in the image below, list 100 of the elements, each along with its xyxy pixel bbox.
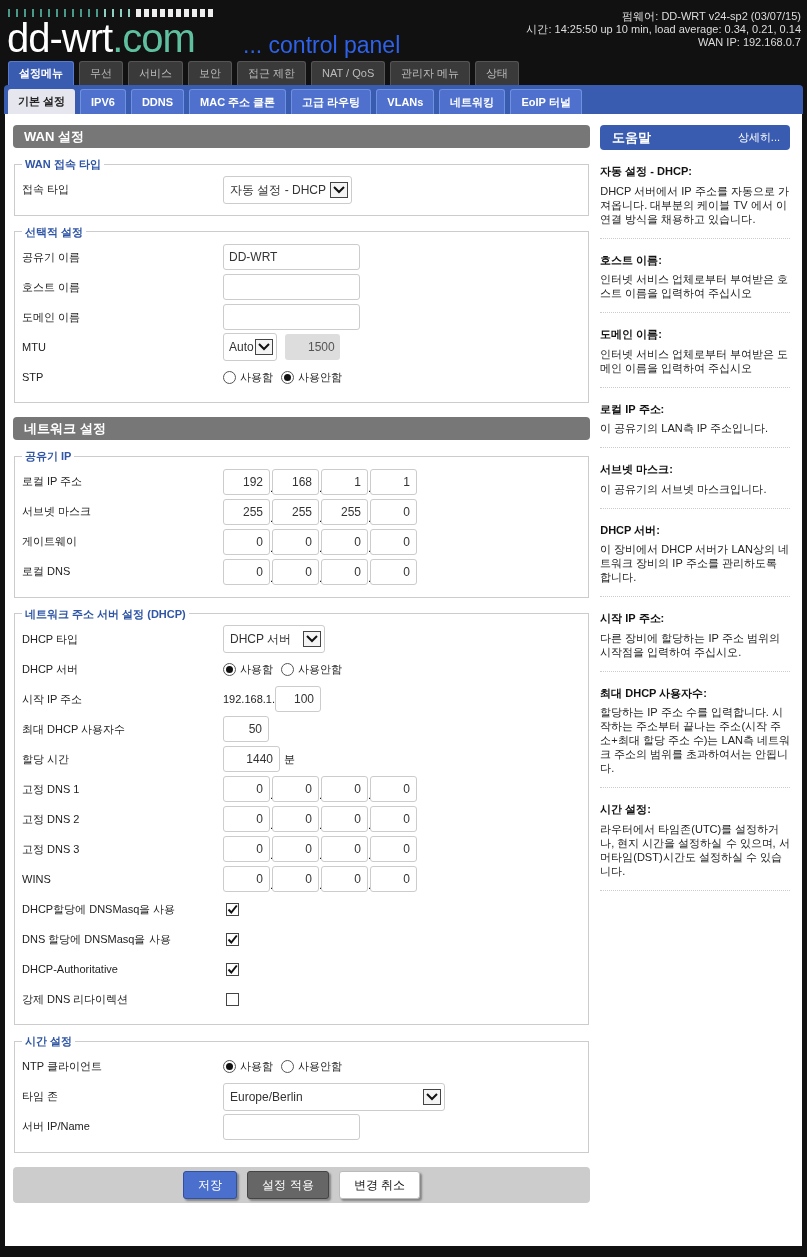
input-field[interactable]: DD-WRT	[223, 244, 360, 270]
radio-option[interactable]: 사용함	[223, 368, 273, 386]
input-field[interactable]: 255	[321, 498, 368, 525]
radio-option[interactable]: 사용안함	[281, 368, 342, 386]
tab[interactable]: 네트워킹	[439, 89, 506, 114]
radio-button[interactable]	[223, 662, 236, 676]
radio-button[interactable]	[281, 370, 294, 384]
input-field[interactable]: 0	[370, 558, 417, 585]
radio-button[interactable]	[281, 662, 294, 676]
radio-button[interactable]	[281, 1060, 294, 1073]
input-field[interactable]: 168	[272, 468, 319, 495]
tab[interactable]: VLANs	[376, 89, 435, 114]
action-button[interactable]: 저장	[183, 1170, 238, 1199]
input-field[interactable]	[223, 274, 360, 300]
input-field[interactable]: 0	[223, 528, 270, 555]
field-label: DNS 할당에 DNSMasq을 사용	[22, 931, 172, 947]
radio-option[interactable]: 사용함	[223, 660, 273, 678]
input-field[interactable]: 1	[321, 468, 368, 495]
input-field[interactable]: 0	[272, 528, 319, 555]
field-label: 강제 DNS 리다이렉션	[22, 991, 130, 1007]
input-field[interactable]: 0	[370, 776, 417, 802]
input-field[interactable]: 0	[321, 776, 368, 802]
tab[interactable]: 무선	[79, 61, 123, 85]
input-field[interactable]: 0	[272, 776, 319, 802]
tab[interactable]: 고급 라우팅	[291, 89, 372, 114]
field-label: STP	[22, 369, 45, 385]
checkbox[interactable]	[226, 992, 239, 1006]
dropdown[interactable]: 자동 설정 - DHCP	[223, 175, 352, 204]
input-field[interactable]: 0	[223, 866, 270, 892]
input-field[interactable]: 0	[321, 866, 368, 892]
dot-separator: .	[319, 510, 321, 525]
input-field[interactable]: 0	[272, 806, 319, 832]
tab[interactable]: 보안	[188, 61, 232, 85]
input-field[interactable]: 0	[370, 528, 417, 555]
dropdown[interactable]: Auto	[223, 333, 277, 361]
caret-icon	[303, 631, 321, 647]
help-heading: 자동 설정 - DHCP:	[600, 164, 693, 179]
help-heading: 로컬 IP 주소:	[600, 401, 666, 417]
tab[interactable]: NAT / QoS	[311, 61, 386, 85]
help-heading: 도메인 이름:	[600, 327, 663, 342]
input-field[interactable]: 0	[321, 836, 368, 862]
input-field[interactable]: 0	[223, 806, 270, 832]
tab[interactable]: 접근 제한	[237, 61, 307, 85]
radio-option[interactable]: 사용함	[223, 1058, 273, 1075]
input-field[interactable]: 0	[272, 558, 319, 585]
status-info: 펌웨어: DD-WRT v24-sp2 (03/07/15)	[622, 10, 801, 23]
input-field[interactable]: 1	[370, 468, 417, 495]
input-field[interactable]: 255	[272, 498, 319, 525]
checkbox[interactable]	[226, 902, 239, 916]
input-field[interactable]: 0	[223, 836, 270, 862]
input-field[interactable]: 0	[370, 498, 417, 525]
input-field[interactable]: 0	[321, 528, 368, 555]
checkbox[interactable]	[226, 962, 239, 976]
input-field[interactable]: 0	[223, 776, 270, 802]
tab[interactable]: IPV6	[80, 89, 126, 114]
tab[interactable]: EoIP 터널	[510, 89, 582, 114]
tab[interactable]: 기본 설정	[8, 89, 76, 114]
field-label: 할당 시간	[22, 751, 71, 767]
tab[interactable]: MAC 주소 클론	[189, 89, 287, 114]
input-field[interactable]: 100	[275, 686, 321, 712]
help-text: 이 공유기의 서브넷 마스크입니다.	[600, 481, 768, 496]
tab[interactable]: 설정메뉴	[8, 61, 74, 85]
help-text: DHCP 서버에서 IP 주소를 자동으로 가져옵니다. 대부분의 케이블 TV 에서 이 연결 방식을 채용하고 있습니다.	[600, 183, 790, 226]
checkbox[interactable]	[226, 932, 239, 946]
input-field[interactable]: 50	[223, 716, 269, 742]
caret-icon	[254, 339, 273, 355]
action-button[interactable]: 설정 적용	[247, 1170, 329, 1199]
radio-button[interactable]	[223, 370, 236, 384]
input-field[interactable]: 192	[223, 468, 270, 495]
radio-button[interactable]	[223, 1060, 236, 1073]
input-field[interactable]	[223, 304, 360, 330]
input-field[interactable]: 0	[370, 866, 417, 892]
tab[interactable]: 관리자 메뉴	[390, 61, 471, 85]
ip-prefix: 192.168.1.	[223, 691, 275, 707]
dot-separator: .	[319, 878, 321, 892]
field-label: DHCP할당에 DNSMasq을 사용	[22, 901, 177, 917]
more-link[interactable]: 상세히...	[737, 129, 780, 146]
field-label: 최대 DHCP 사용자수	[22, 721, 127, 737]
input-field[interactable]: 255	[223, 498, 270, 525]
radio-option[interactable]: 사용안함	[281, 1058, 342, 1075]
dot-separator: .	[368, 510, 370, 525]
input-field[interactable]: 0	[272, 866, 319, 892]
action-button[interactable]: 변경 취소	[338, 1170, 420, 1199]
tab[interactable]: 상태	[475, 61, 520, 85]
dropdown[interactable]: DHCP 서버	[223, 625, 325, 653]
input-field[interactable]: 1440	[223, 746, 280, 772]
input-field[interactable]: 0	[321, 558, 368, 585]
input-field[interactable]	[223, 1113, 360, 1140]
caret-icon	[330, 181, 348, 198]
input-field[interactable]: 0	[370, 836, 417, 862]
input-field[interactable]: 0	[223, 558, 270, 585]
input-field[interactable]: 0	[321, 806, 368, 832]
dropdown[interactable]: Europe/Berlin	[223, 1082, 445, 1111]
tab[interactable]: DDNS	[130, 89, 185, 114]
field-label: 고정 DNS 2	[22, 811, 81, 827]
input-field[interactable]: 0	[370, 806, 417, 832]
radio-option[interactable]: 사용안함	[281, 660, 342, 678]
input-field[interactable]: 0	[272, 836, 319, 862]
tab[interactable]: 서비스	[128, 61, 183, 85]
field-label: 시작 IP 주소	[22, 691, 84, 707]
